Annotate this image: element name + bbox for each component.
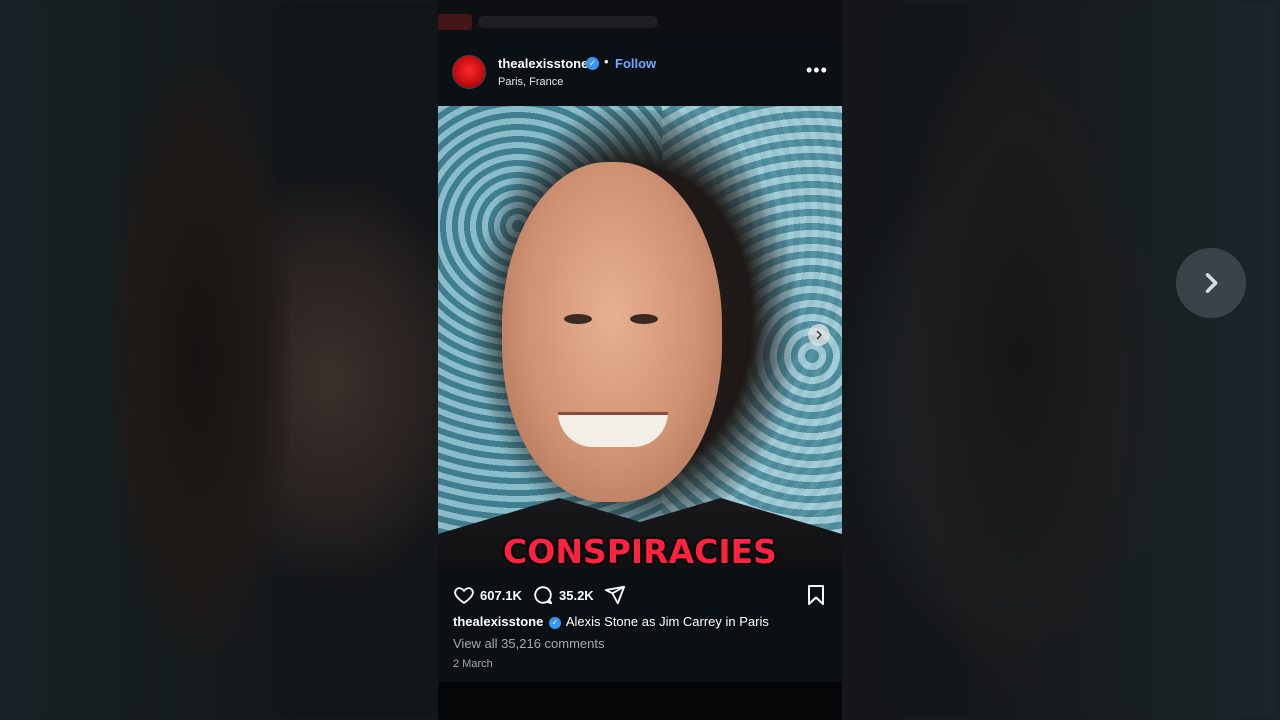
view-all-comments-link[interactable]: View all 35,216 comments bbox=[453, 636, 605, 651]
next-image-button[interactable] bbox=[808, 324, 830, 346]
share-icon bbox=[604, 585, 626, 605]
bookmark-icon bbox=[808, 585, 824, 605]
post-date: 2 March bbox=[453, 658, 493, 670]
eye-shape bbox=[564, 314, 592, 324]
bottom-area bbox=[438, 682, 842, 720]
share-button[interactable] bbox=[604, 584, 626, 606]
post-footer: 607.1K 35.2K thealexisstone ✓ Alexis Sto… bbox=[438, 568, 842, 682]
comment-count: 35.2K bbox=[559, 587, 594, 603]
post-header: thealexisstone ✓ • Follow Paris, France … bbox=[438, 38, 842, 106]
overlay-caption: CONSPIRACIES bbox=[503, 532, 777, 568]
chevron-right-icon bbox=[816, 330, 822, 340]
chevron-right-icon bbox=[1205, 273, 1218, 293]
username[interactable]: thealexisstone bbox=[498, 56, 588, 71]
top-strip bbox=[438, 0, 842, 38]
post-card: thealexisstone ✓ • Follow Paris, France … bbox=[438, 0, 842, 720]
caption: thealexisstone ✓ Alexis Stone as Jim Car… bbox=[453, 614, 769, 629]
face-shape bbox=[502, 162, 722, 502]
comment-button[interactable]: 35.2K bbox=[532, 584, 594, 606]
save-button[interactable] bbox=[806, 584, 826, 611]
heart-icon bbox=[454, 587, 474, 604]
eye-shape bbox=[630, 314, 658, 324]
more-options-icon[interactable]: ••• bbox=[806, 60, 828, 81]
location-label[interactable]: Paris, France bbox=[498, 76, 563, 88]
follow-button[interactable]: Follow bbox=[615, 56, 656, 71]
verified-icon: ✓ bbox=[548, 617, 561, 629]
post-image[interactable]: CONSPIRACIES bbox=[438, 106, 842, 568]
smile-shape bbox=[558, 412, 668, 447]
background-next-button bbox=[1176, 248, 1246, 318]
avatar[interactable] bbox=[452, 55, 486, 89]
background-blur-left bbox=[80, 0, 290, 720]
verified-icon: ✓ bbox=[586, 57, 599, 70]
separator-dot: • bbox=[604, 54, 609, 69]
blurred-element bbox=[438, 14, 472, 30]
background-blur-right bbox=[860, 0, 1160, 720]
caption-username[interactable]: thealexisstone bbox=[453, 614, 543, 629]
blurred-element bbox=[478, 16, 658, 28]
caption-text: Alexis Stone as Jim Carrey in Paris bbox=[565, 614, 769, 629]
like-count: 607.1K bbox=[480, 587, 522, 603]
like-button[interactable]: 607.1K bbox=[453, 584, 522, 606]
comment-icon bbox=[534, 586, 553, 605]
